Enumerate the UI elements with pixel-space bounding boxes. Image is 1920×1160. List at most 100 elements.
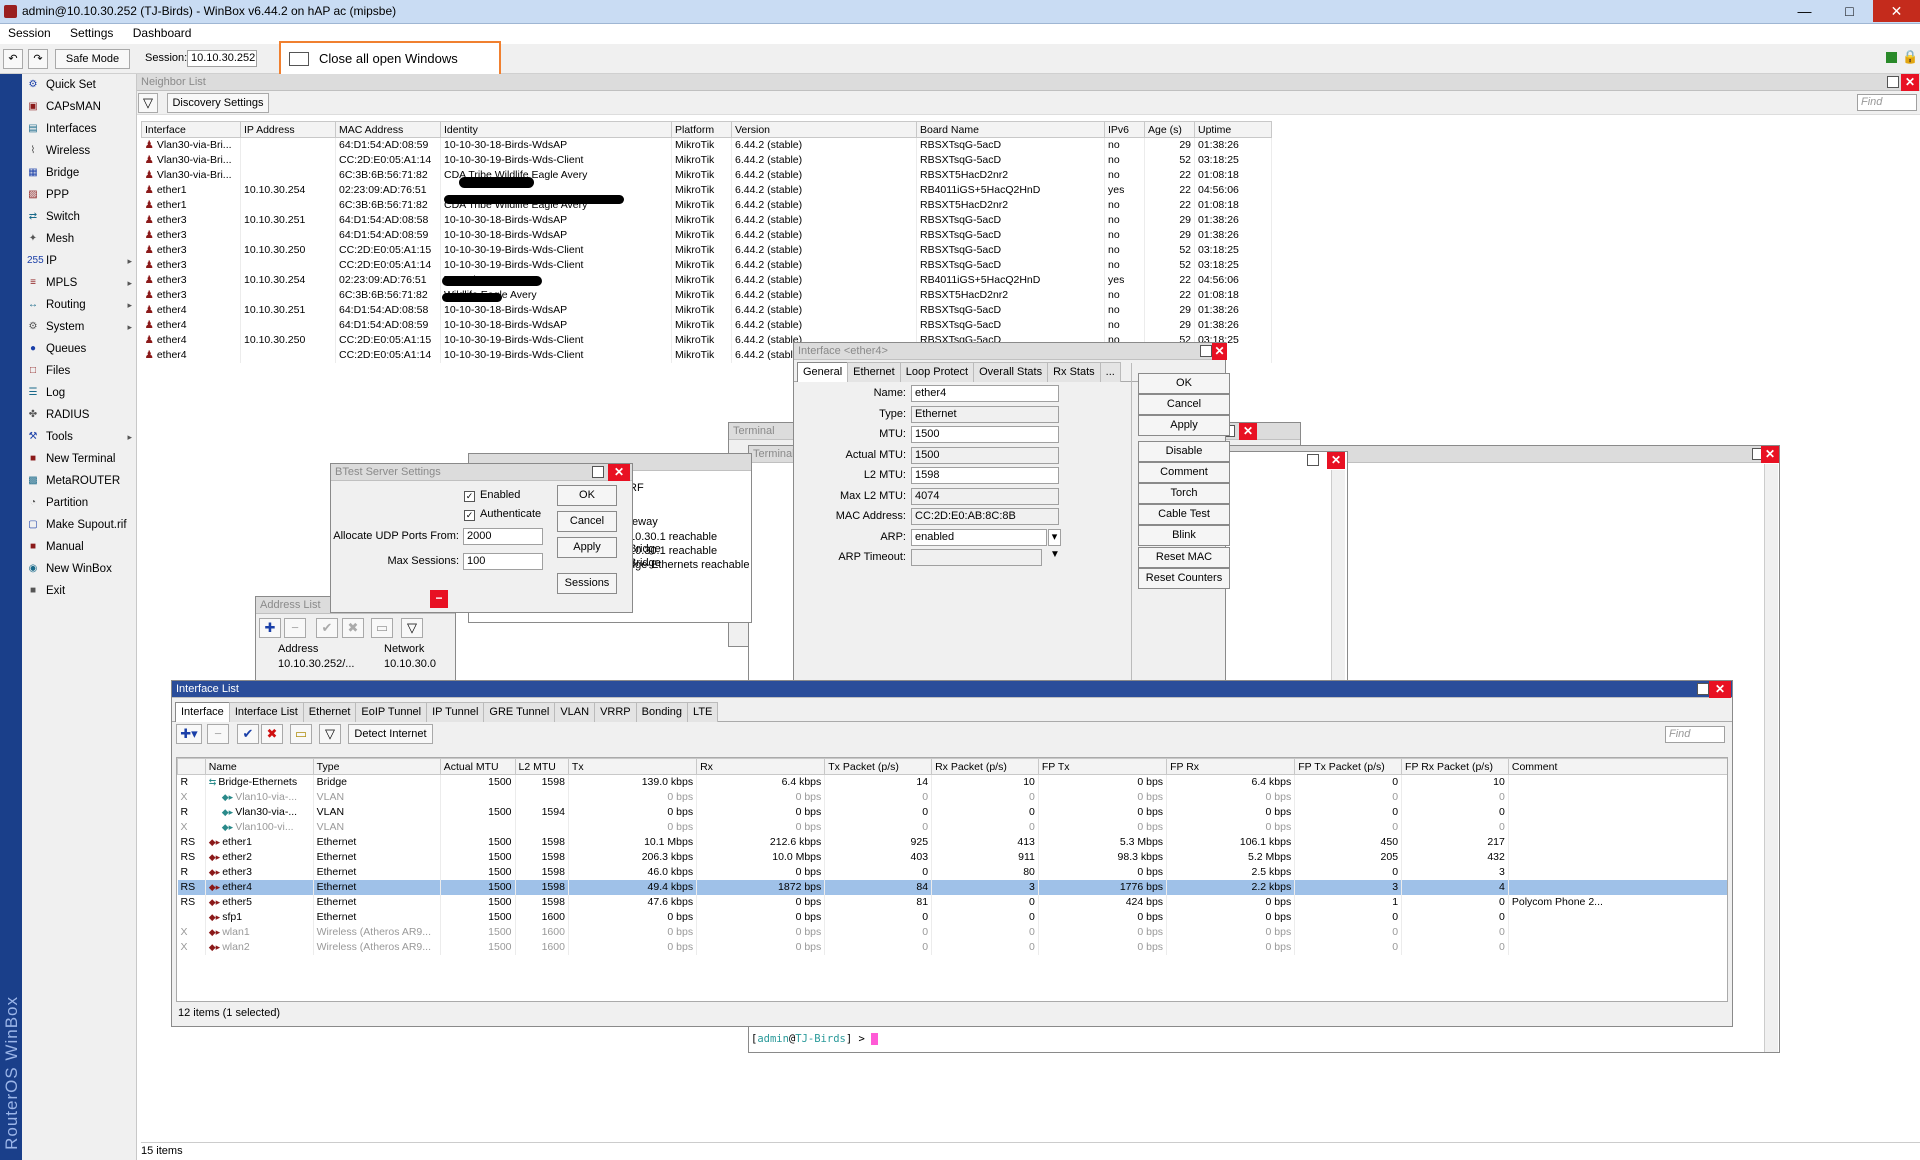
tab-ip-tunnel[interactable]: IP Tunnel bbox=[426, 702, 485, 722]
add-icon[interactable]: ✚ bbox=[259, 618, 281, 638]
table-row[interactable]: ♟ ether36C:3B:6B:56:71:82Wildlife Eagle … bbox=[141, 287, 1272, 303]
tab--[interactable]: ... bbox=[1099, 362, 1121, 382]
tab-ethernet[interactable]: Ethernet bbox=[302, 702, 357, 722]
table-row[interactable]: X ◆▸ Vlan10-via-... VLAN 0 bps 0 bps 0 0 0 bps 0 … bbox=[177, 789, 1727, 805]
btest-close-icon[interactable]: ✕ bbox=[608, 464, 630, 481]
neighbor-close-icon[interactable]: ✕ bbox=[1901, 74, 1919, 91]
table-row[interactable]: RS ◆▸ ether5 Ethernet 1500 1598 47.6 kbps 0 bps… bbox=[177, 894, 1727, 910]
ok-button[interactable]: OK bbox=[1138, 373, 1230, 394]
tab-ethernet[interactable]: Ethernet bbox=[847, 362, 901, 382]
close-window-button[interactable]: ✕ bbox=[1873, 0, 1920, 22]
table-row[interactable]: ♟ Vlan30-via-Bri... CC:2D:E0:05:A1:14 10-1… bbox=[141, 152, 1272, 168]
sidebar-item-interfaces[interactable]: ▤ Interfaces bbox=[22, 118, 136, 140]
sidebar-item-new-winbox[interactable]: ◉ New WinBox bbox=[22, 558, 136, 580]
comment-button[interactable]: Comment bbox=[1138, 462, 1230, 483]
tab-interface-list[interactable]: Interface List bbox=[228, 702, 304, 722]
tab-eoip-tunnel[interactable]: EoIP Tunnel bbox=[355, 702, 428, 722]
table-row[interactable]: RS ◆▸ ether1 Ethernet 1500 1598 10.1 Mbps 212.6… bbox=[177, 834, 1727, 850]
sidebar-item-mesh[interactable]: ✦ Mesh bbox=[22, 228, 136, 250]
add-icon[interactable]: ✚▾ bbox=[176, 724, 202, 744]
terminal-prompt[interactable]: [admin@TJ-Birds] > bbox=[751, 1032, 879, 1047]
sidebar-item-metarouter[interactable]: ▩ MetaROUTER bbox=[22, 470, 136, 492]
neighbor-col-header[interactable]: Uptime bbox=[1194, 121, 1272, 138]
iface-edit-restore-icon[interactable] bbox=[1200, 345, 1212, 357]
iface-col-header[interactable]: FP Tx Packet (p/s) bbox=[1294, 758, 1403, 775]
sidebar-item-ppp[interactable]: ▨ PPP bbox=[22, 184, 136, 206]
sidebar-item-routing[interactable]: ↔ Routing ▸ bbox=[22, 294, 136, 316]
terminal-back-close-icon[interactable]: ✕ bbox=[1239, 423, 1257, 440]
btest-minimized-close-icon[interactable]: − bbox=[430, 590, 448, 608]
terminal-inner-restore-icon[interactable] bbox=[1307, 454, 1319, 466]
cancel-button[interactable]: Cancel bbox=[557, 511, 617, 532]
maximize-button[interactable]: □ bbox=[1827, 0, 1872, 22]
menu-dashboard[interactable]: Dashboard bbox=[125, 24, 200, 40]
table-row[interactable]: RS ◆▸ ether4 Ethernet 1500 1598 49.4 kbps 1872 … bbox=[177, 879, 1727, 895]
enable-icon[interactable]: ✔ bbox=[316, 618, 338, 638]
iface-edit-close-icon[interactable]: ✕ bbox=[1212, 343, 1227, 360]
table-row[interactable]: R ⇆ Bridge-Ethernets Bridge 1500 1598 139.0 kb… bbox=[177, 774, 1727, 790]
field-arp-input[interactable]: enabled bbox=[911, 528, 1047, 546]
udp-ports-input[interactable]: 2000 bbox=[463, 528, 543, 545]
reset-mac-address-button[interactable]: Reset MAC Address bbox=[1138, 547, 1230, 582]
neighbor-col-header[interactable]: Platform bbox=[671, 121, 732, 138]
terminal-inner-scrollbar[interactable] bbox=[1331, 470, 1345, 688]
cable-test-button[interactable]: Cable Test bbox=[1138, 504, 1230, 525]
iface-col-header[interactable]: L2 MTU bbox=[514, 758, 569, 775]
comment-icon[interactable]: ▭ bbox=[371, 618, 393, 638]
iface-col-header[interactable]: FP Rx Packet (p/s) bbox=[1401, 758, 1509, 775]
iface-col-header[interactable]: Comment bbox=[1507, 758, 1727, 775]
close-all-text[interactable]: Close all open Windows bbox=[319, 51, 458, 66]
sidebar-item-ip[interactable]: 255 IP ▸ bbox=[22, 250, 136, 272]
neighbor-find-input[interactable]: Find bbox=[1857, 94, 1917, 111]
table-row[interactable]: ♟ ether3 10.10.30.250 CC:2D:E0:05:A1:15 10-… bbox=[141, 242, 1272, 258]
cancel-button[interactable]: Cancel bbox=[1138, 394, 1230, 415]
neighbor-col-header[interactable]: MAC Address bbox=[335, 121, 441, 138]
tab-gre-tunnel[interactable]: GRE Tunnel bbox=[483, 702, 556, 722]
apply-button[interactable]: Apply bbox=[557, 537, 617, 558]
table-row[interactable]: ◆▸ sfp1 Ethernet 1500 1600 0 bps 0 bps 0 0 0 bps 0… bbox=[177, 909, 1727, 925]
remove-icon[interactable]: − bbox=[284, 618, 306, 638]
tab-loop-protect[interactable]: Loop Protect bbox=[899, 362, 975, 382]
iface-find-input[interactable]: Find bbox=[1665, 726, 1725, 743]
iface-col-header[interactable]: FP Tx bbox=[1037, 758, 1168, 775]
neighbor-restore-icon[interactable] bbox=[1887, 76, 1899, 88]
detect-internet-button[interactable]: Detect Internet bbox=[348, 724, 433, 744]
tab-vrrp[interactable]: VRRP bbox=[594, 702, 637, 722]
session-field[interactable]: 10.10.30.252 bbox=[187, 50, 257, 67]
filter-icon[interactable]: ▽ bbox=[138, 93, 158, 113]
neighbor-col-header[interactable]: IP Address bbox=[240, 121, 336, 138]
sidebar-item-bridge[interactable]: ▦ Bridge bbox=[22, 162, 136, 184]
field-mtu-input[interactable]: 1500 bbox=[911, 426, 1059, 443]
authenticate-checkbox[interactable]: ✓ bbox=[464, 510, 475, 521]
apply-button[interactable]: Apply bbox=[1138, 415, 1230, 436]
iface-col-header[interactable]: Rx bbox=[696, 758, 826, 775]
table-row[interactable]: ♟ ether4 10.10.30.251 64:D1:54:AD:08:58 10-… bbox=[141, 302, 1272, 318]
arp-timeout-dropdown-icon[interactable]: ▼ bbox=[1050, 549, 1060, 560]
table-row[interactable]: ♟ Vlan30-via-Bri... 6C:3B:6B:56:71:82 CDA … bbox=[141, 167, 1272, 183]
table-row[interactable]: R ◆▸ ether3 Ethernet 1500 1598 46.0 kbps 0 bps 0… bbox=[177, 864, 1727, 880]
sidebar-item-log[interactable]: ☰ Log bbox=[22, 382, 136, 404]
menu-session[interactable]: Session bbox=[0, 24, 59, 40]
table-row[interactable]: ♟ ether3 64:D1:54:AD:08:59 10-10-30-18-Bir… bbox=[141, 227, 1272, 243]
table-row[interactable]: ♟ ether4 64:D1:54:AD:08:59 10-10-30-18-Bir… bbox=[141, 317, 1272, 333]
filter-icon[interactable]: ▽ bbox=[319, 724, 341, 744]
field-mac-address-input[interactable]: CC:2D:E0:AB:8C:8B bbox=[911, 508, 1059, 525]
redo-button[interactable]: ↷ bbox=[28, 49, 48, 69]
neighbor-col-header[interactable]: IPv6 bbox=[1104, 121, 1145, 138]
disable-icon[interactable]: ✖ bbox=[342, 618, 364, 638]
terminal-close-icon[interactable]: ✕ bbox=[1761, 446, 1779, 463]
neighbor-col-header[interactable]: Board Name bbox=[916, 121, 1105, 138]
sidebar-item-make-supout-rif[interactable]: ▢ Make Supout.rif bbox=[22, 514, 136, 536]
remove-icon[interactable]: − bbox=[207, 724, 229, 744]
sidebar-item-mpls[interactable]: ≡ MPLS ▸ bbox=[22, 272, 136, 294]
table-row[interactable]: ♟ ether3 CC:2D:E0:05:A1:14 10-10-30-19-Bir… bbox=[141, 257, 1272, 273]
iface-col-header[interactable]: Rx Packet (p/s) bbox=[931, 758, 1039, 775]
menu-settings[interactable]: Settings bbox=[62, 24, 121, 40]
table-row[interactable]: R ◆▸ Vlan30-via-... VLAN 1500 1594 0 bps 0 bps 0… bbox=[177, 804, 1727, 820]
field-arp-timeout-input[interactable] bbox=[911, 549, 1042, 566]
sidebar-item-system[interactable]: ⚙ System ▸ bbox=[22, 316, 136, 338]
field-type-input[interactable]: Ethernet bbox=[911, 405, 1059, 423]
table-row[interactable]: ♟ ether310.10.30.25402:23:09:AD:76:51Tun… bbox=[141, 272, 1272, 288]
field-actual-mtu-input[interactable]: 1500 bbox=[911, 446, 1059, 464]
table-row[interactable]: ♟ ether1 6C:3B:6B:56:71:82 CDA Tribe Wildl… bbox=[141, 197, 1272, 213]
